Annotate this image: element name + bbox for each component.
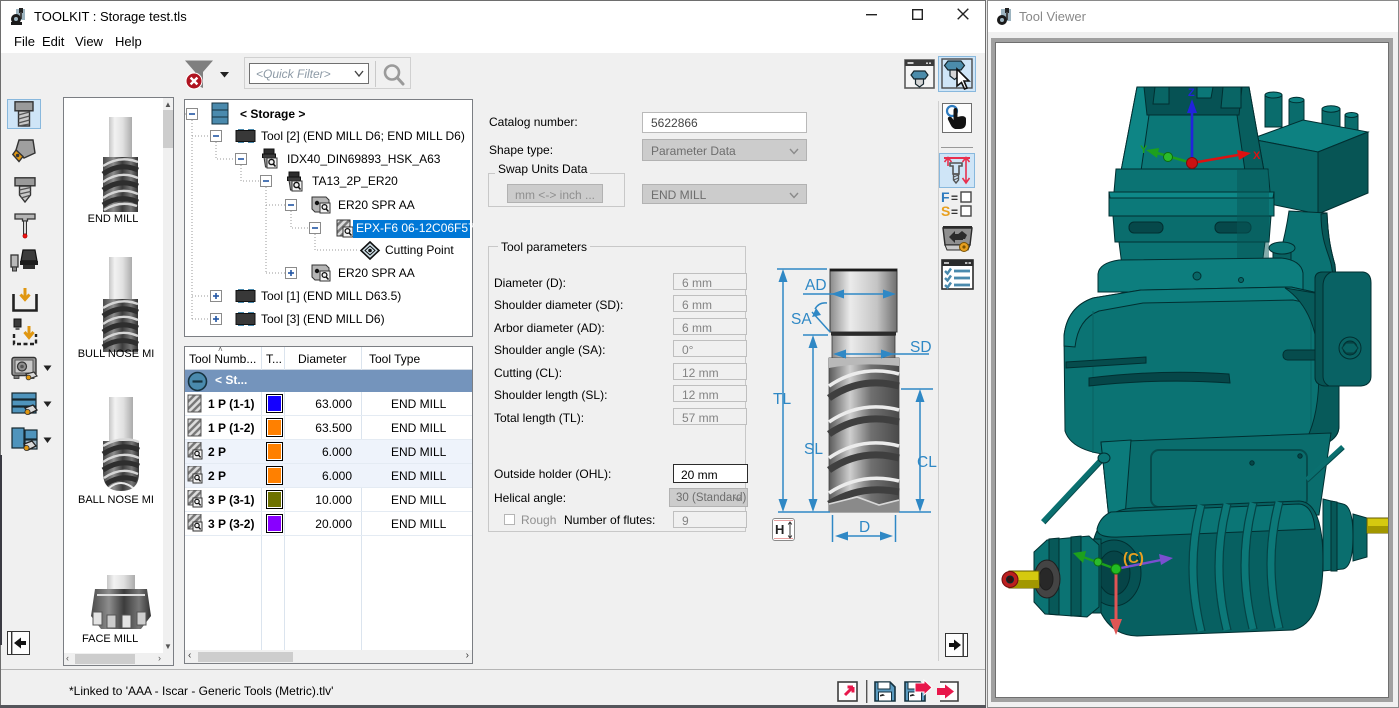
svg-text:S: S xyxy=(941,203,950,217)
svg-text:=: = xyxy=(951,191,958,205)
svg-text:SA: SA xyxy=(791,311,812,328)
svg-text:X: X xyxy=(1253,150,1261,162)
svg-text:Y: Y xyxy=(1140,144,1148,156)
svg-text:AD: AD xyxy=(805,277,827,294)
svg-text:TL: TL xyxy=(773,391,791,408)
svg-text:(C): (C) xyxy=(1123,550,1144,567)
svg-text:D: D xyxy=(859,519,870,536)
svg-text:CL: CL xyxy=(917,454,937,471)
svg-text:SL: SL xyxy=(804,441,823,458)
svg-text:Z: Z xyxy=(1188,87,1195,99)
svg-text:SD: SD xyxy=(910,339,932,356)
svg-text:=: = xyxy=(951,205,958,217)
